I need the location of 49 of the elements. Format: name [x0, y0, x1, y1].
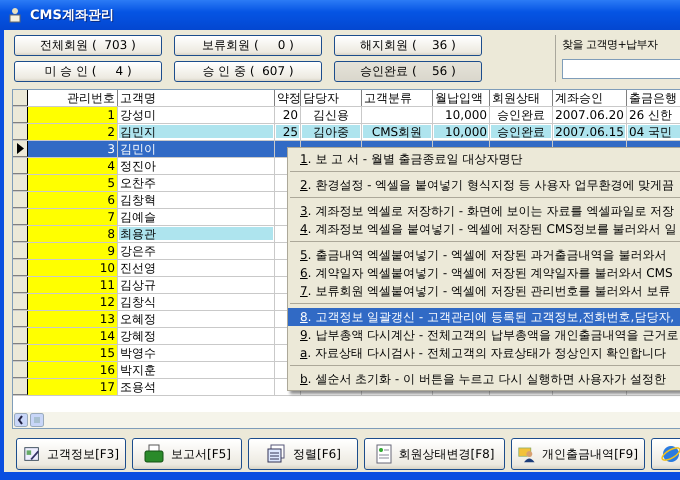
table-cell: 14	[28, 328, 118, 344]
table-cell: 3	[28, 141, 118, 157]
table-cell: 2	[28, 124, 118, 140]
table-cell: 김창혁	[118, 192, 275, 208]
window-title: CMS계좌관리	[30, 7, 114, 24]
table-cell: 진선영	[118, 260, 275, 276]
table-cell: 5	[28, 175, 118, 191]
table-cell: 12	[28, 294, 118, 310]
table-cell: 김창식	[118, 294, 275, 310]
table-cell: 강성미	[118, 107, 275, 123]
table-cell: 04 국민	[627, 124, 680, 140]
table-cell: CMS회원	[362, 124, 433, 140]
table-cell: 2007.06.15	[553, 124, 627, 140]
table-cell: 조용석	[118, 379, 275, 395]
table-cell: 승인완료	[490, 124, 553, 140]
table-cell: 김신용	[301, 107, 362, 123]
search-label: 찾을 고객명+납부자	[562, 37, 659, 52]
table-cell: 승인완료	[490, 107, 553, 123]
table-cell: 20	[275, 107, 301, 123]
table-cell: 2007.06.20	[553, 107, 627, 123]
table-cell: 강혜정	[118, 328, 275, 344]
table-cell: 10	[28, 260, 118, 276]
table-cell: 김예슬	[118, 209, 275, 225]
table-cell: 강은주	[118, 243, 275, 259]
table-cell: 26 신한	[627, 107, 680, 123]
table-cell: 16	[28, 362, 118, 378]
table-cell: 8	[28, 226, 118, 242]
table-cell: 6	[28, 192, 118, 208]
table-cell: 오혜정	[118, 311, 275, 327]
table-cell: 13	[28, 311, 118, 327]
table-cell: 15	[28, 345, 118, 361]
table-cell: 최용관	[118, 226, 275, 242]
table-cell: 11	[28, 277, 118, 293]
table-cell: 김민지	[118, 124, 275, 140]
table-cell: 17	[28, 379, 118, 395]
table-cell: 박영수	[118, 345, 275, 361]
table-cell: 4	[28, 158, 118, 174]
table-cell: 9	[28, 243, 118, 259]
table-cell: 1	[28, 107, 118, 123]
table-cell: 25	[275, 124, 301, 140]
table-cell: 김민이	[118, 141, 275, 157]
table-cell: 10,000	[433, 107, 490, 123]
table-cell: 7	[28, 209, 118, 225]
table-cell: 김상규	[118, 277, 275, 293]
table-cell: 박지훈	[118, 362, 275, 378]
table-cell: 정진아	[118, 158, 275, 174]
table-cell: 김아중	[301, 124, 362, 140]
table-cell: 10,000	[433, 124, 490, 140]
table-cell: 오찬주	[118, 175, 275, 191]
